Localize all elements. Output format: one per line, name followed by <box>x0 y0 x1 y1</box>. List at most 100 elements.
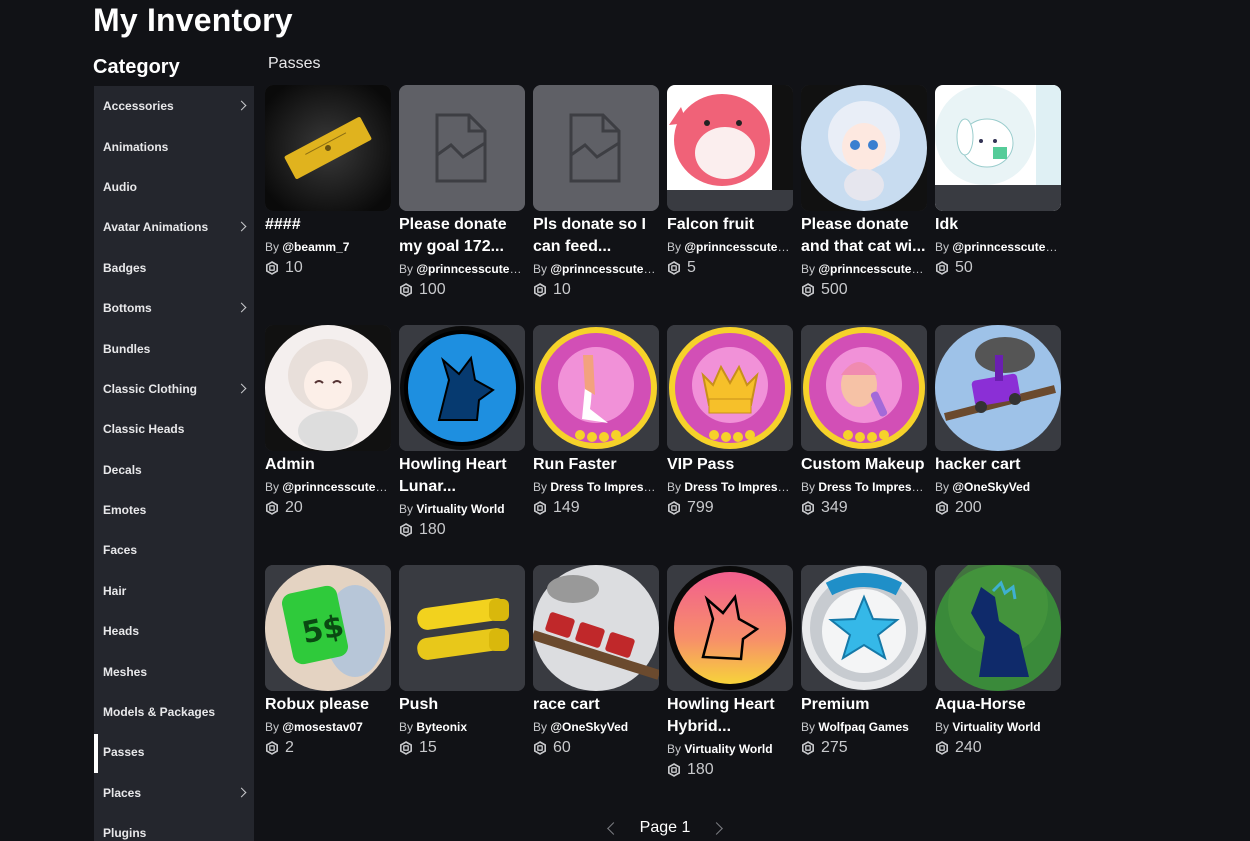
sidebar-item-passes[interactable]: Passes <box>94 732 254 774</box>
item-thumbnail[interactable] <box>801 85 927 211</box>
item-name[interactable]: Howling Heart Lunar... <box>399 454 525 498</box>
sidebar-item-accessories[interactable]: Accessories <box>94 86 254 126</box>
item-name[interactable]: Idk <box>935 214 1061 236</box>
next-page-icon[interactable] <box>710 821 724 835</box>
robux-icon <box>802 283 814 297</box>
item-thumbnail[interactable] <box>935 85 1061 211</box>
item-thumbnail[interactable] <box>399 565 525 691</box>
sidebar-item-classic-heads[interactable]: Classic Heads <box>94 409 254 449</box>
item-name[interactable]: Custom Makeup <box>801 454 927 476</box>
creator-link[interactable]: Virtuality World <box>416 502 504 516</box>
creator-link[interactable]: @prinncesscutec... <box>952 240 1061 254</box>
item-card[interactable]: Please donate and that cat wi... By @prin… <box>801 85 927 299</box>
sidebar-item-decals[interactable]: Decals <box>94 450 254 490</box>
item-card[interactable]: Please donate my goal 172... By @prinnces… <box>399 85 525 299</box>
sidebar-item-badges[interactable]: Badges <box>94 248 254 288</box>
item-name[interactable]: Howling Heart Hybrid... <box>667 694 793 738</box>
item-thumbnail[interactable] <box>399 325 525 451</box>
robux-icon <box>668 501 680 515</box>
sidebar-item-faces[interactable]: Faces <box>94 530 254 570</box>
sidebar-item-audio[interactable]: Audio <box>94 167 254 207</box>
item-thumbnail[interactable] <box>801 565 927 691</box>
sidebar-item-bundles[interactable]: Bundles <box>94 328 254 368</box>
item-thumbnail[interactable] <box>399 85 525 211</box>
item-thumbnail[interactable] <box>801 325 927 451</box>
creator-link[interactable]: Virtuality World <box>684 742 772 756</box>
item-card[interactable]: race cart By @OneSkyVed 60 <box>533 565 659 757</box>
price-value: 180 <box>687 761 714 778</box>
item-name[interactable]: Robux please <box>265 694 391 716</box>
creator-link[interactable]: @OneSkyVed <box>952 480 1030 494</box>
item-name[interactable]: Push <box>399 694 525 716</box>
sidebar-item-label: Hair <box>103 583 127 598</box>
item-thumbnail[interactable] <box>935 565 1061 691</box>
pagination: Page 1 <box>600 815 730 841</box>
sidebar-item-hair[interactable]: Hair <box>94 571 254 611</box>
item-card[interactable]: Howling Heart Hybrid... By Virtuality Wor… <box>667 565 793 779</box>
item-card[interactable]: Push By Byteonix 15 <box>399 565 525 757</box>
item-card[interactable]: Run Faster By Dress To Impress ... 149 <box>533 325 659 517</box>
item-name[interactable]: VIP Pass <box>667 454 793 476</box>
creator-link[interactable]: Dress To Impress ... <box>818 480 927 494</box>
item-thumbnail[interactable] <box>667 85 793 211</box>
item-thumbnail[interactable] <box>533 325 659 451</box>
sidebar-item-places[interactable]: Places <box>94 773 254 813</box>
previous-page-icon[interactable] <box>606 821 620 835</box>
item-card[interactable]: Pls donate so I can feed... By @prinncess… <box>533 85 659 299</box>
creator-link[interactable]: @prinncesscutec... <box>684 240 793 254</box>
item-name[interactable]: Pls donate so I can feed... <box>533 214 659 258</box>
sidebar-item-classic-clothing[interactable]: Classic Clothing <box>94 369 254 409</box>
sidebar-item-models-packages[interactable]: Models & Packages <box>94 692 254 732</box>
item-card[interactable]: hacker cart By @OneSkyVed 200 <box>935 325 1061 517</box>
creator-by-label: By <box>533 262 548 276</box>
item-card[interactable]: 5$ Robux please By @mosestav07 2 <box>265 565 391 757</box>
sidebar-item-emotes[interactable]: Emotes <box>94 490 254 530</box>
sidebar-item-heads[interactable]: Heads <box>94 611 254 651</box>
item-name[interactable]: hacker cart <box>935 454 1061 476</box>
item-card[interactable]: Idk By @prinncesscutec... 50 <box>935 85 1061 277</box>
item-thumbnail[interactable] <box>265 325 391 451</box>
item-name[interactable]: race cart <box>533 694 659 716</box>
item-card[interactable]: Admin By @prinncesscutec... 20 <box>265 325 391 517</box>
creator-link[interactable]: @OneSkyVed <box>550 720 628 734</box>
item-name[interactable]: Aqua-Horse <box>935 694 1061 716</box>
creator-link[interactable]: @prinncesscutec... <box>282 480 391 494</box>
item-card[interactable]: Premium By Wolfpaq Games 275 <box>801 565 927 757</box>
sidebar-item-avatar-animations[interactable]: Avatar Animations <box>94 207 254 247</box>
item-name[interactable]: Premium <box>801 694 927 716</box>
item-name[interactable]: #### <box>265 214 391 236</box>
creator-link[interactable]: @mosestav07 <box>282 720 362 734</box>
item-card[interactable]: VIP Pass By Dress To Impress ... 799 <box>667 325 793 517</box>
creator-link[interactable]: @beamm_7 <box>282 240 349 254</box>
item-thumbnail[interactable] <box>935 325 1061 451</box>
item-card[interactable]: Custom Makeup By Dress To Impress ... 349 <box>801 325 927 517</box>
sidebar-item-plugins[interactable]: Plugins <box>94 813 254 841</box>
item-card[interactable]: Falcon fruit By @prinncesscutec... 5 <box>667 85 793 277</box>
creator-link[interactable]: Virtuality World <box>952 720 1040 734</box>
sidebar-item-animations[interactable]: Animations <box>94 126 254 166</box>
creator-link[interactable]: Wolfpaq Games <box>818 720 908 734</box>
sidebar-item-bottoms[interactable]: Bottoms <box>94 288 254 328</box>
sidebar-item-meshes[interactable]: Meshes <box>94 651 254 691</box>
item-thumbnail[interactable] <box>533 85 659 211</box>
item-thumbnail[interactable] <box>667 325 793 451</box>
item-card[interactable]: Howling Heart Lunar... By Virtuality Worl… <box>399 325 525 539</box>
item-name[interactable]: Run Faster <box>533 454 659 476</box>
item-name[interactable]: Please donate my goal 172... <box>399 214 525 258</box>
item-thumbnail[interactable] <box>667 565 793 691</box>
creator-link[interactable]: @prinncesscutec... <box>818 262 927 276</box>
item-name[interactable]: Please donate and that cat wi... <box>801 214 927 258</box>
item-card[interactable]: Aqua-Horse By Virtuality World 240 <box>935 565 1061 757</box>
creator-link[interactable]: @prinncesscutec... <box>550 262 659 276</box>
creator-link[interactable]: Dress To Impress ... <box>550 480 659 494</box>
item-thumbnail[interactable] <box>533 565 659 691</box>
item-thumbnail[interactable]: 5$ <box>265 565 391 691</box>
item-name[interactable]: Admin <box>265 454 391 476</box>
creator-link[interactable]: Dress To Impress ... <box>684 480 793 494</box>
creator-link[interactable]: Byteonix <box>416 720 467 734</box>
sidebar-item-label: Audio <box>103 179 137 194</box>
creator-link[interactable]: @prinncesscutec... <box>416 262 525 276</box>
item-name[interactable]: Falcon fruit <box>667 214 793 236</box>
item-thumbnail[interactable] <box>265 85 391 211</box>
item-card[interactable]: #### By @beamm_7 10 <box>265 85 391 277</box>
